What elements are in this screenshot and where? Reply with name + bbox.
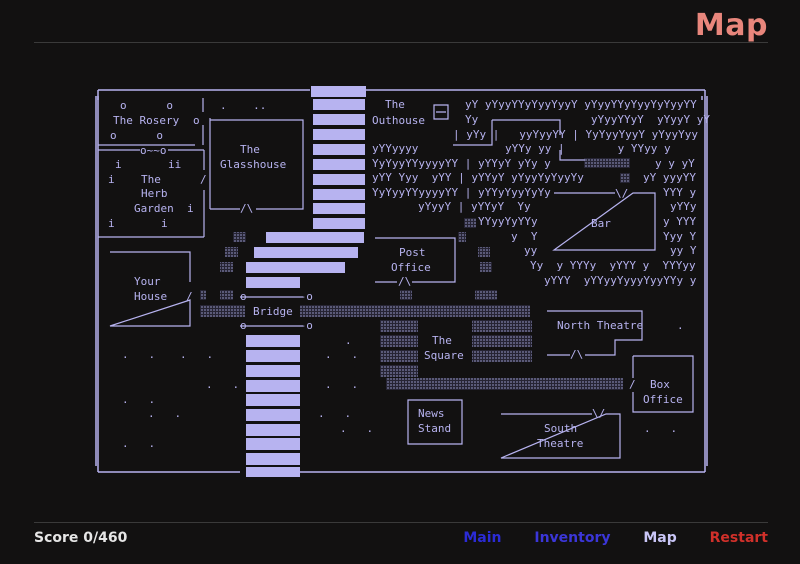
footer-nav: Main Inventory Map Restart	[435, 530, 768, 546]
label-south-1: South	[544, 422, 577, 435]
ascii-text: yYYyyyy	[372, 142, 419, 155]
label-bar: Bar	[591, 217, 611, 230]
ascii-text: y Y	[511, 230, 538, 243]
label-square-1: The	[432, 334, 452, 347]
ascii-text: . .	[325, 378, 358, 391]
label-house-1: Your	[134, 275, 161, 288]
ascii-text: o~~o	[140, 144, 167, 157]
ascii-text: .	[345, 334, 352, 347]
label-rosery: The Rosery	[113, 114, 180, 127]
ascii-text: o o	[110, 129, 163, 142]
label-news-2: Stand	[418, 422, 451, 435]
ascii-text: . .	[325, 348, 358, 361]
ascii-text: /	[200, 173, 207, 186]
score-text: Score 0/460	[34, 530, 128, 546]
ascii-text: yy	[524, 244, 538, 257]
label-glasshouse-1: The	[240, 143, 260, 156]
ascii-text: Yy y YYYy yYYY y YYYyy	[530, 259, 696, 272]
ascii-text: /\	[570, 348, 583, 361]
ascii-text: /	[629, 378, 636, 391]
label-square-2: Square	[424, 349, 464, 362]
ascii-text: . .	[122, 348, 155, 361]
ascii-text: . .	[206, 378, 239, 391]
ascii-text: /\	[240, 202, 253, 215]
label-herb-3: Garden	[134, 202, 174, 215]
ascii-text: YYY y	[663, 186, 696, 199]
ascii-text: \/	[592, 407, 605, 420]
ascii-text: yYY Yyy yYY | yYYyY yYyyYyYyyYy	[372, 171, 584, 184]
ascii-text: . .	[122, 393, 155, 406]
ascii-text: y YYY	[663, 215, 696, 228]
ascii-text: /	[186, 290, 193, 303]
label-herb-2: Herb	[141, 187, 168, 200]
ascii-text: o o	[120, 99, 173, 112]
ascii-text: Yy yYyyYYyY yYyyY yY	[465, 113, 710, 126]
ascii-text: . .	[180, 348, 213, 361]
ascii-text: | yYy | yyYyyYY | YyYyyYyyY yYyyYyy	[453, 128, 698, 141]
label-post-2: Office	[391, 261, 431, 274]
ascii-text: . .	[148, 407, 181, 420]
ascii-text: .	[677, 319, 684, 332]
ascii-text: . .	[340, 422, 373, 435]
nav-inventory-link[interactable]: Inventory	[534, 530, 610, 546]
ascii-text: i ii	[115, 158, 181, 171]
footer-divider	[34, 522, 768, 523]
nav-restart-link[interactable]: Restart	[710, 530, 768, 546]
ascii-text: . .	[318, 407, 351, 420]
ascii-text: . .	[122, 437, 155, 450]
ascii-text: . .	[644, 422, 677, 435]
nav-map-link[interactable]: Map	[643, 530, 676, 546]
ascii-text: y y yY	[655, 157, 695, 170]
ascii-text: o---------o	[240, 290, 313, 303]
ascii-text: i i	[108, 217, 168, 230]
ascii-text: . ..	[220, 99, 266, 112]
label-south-2: Theatre	[537, 437, 583, 450]
footer: Score 0/460 Main Inventory Map Restart	[34, 530, 768, 550]
ascii-text: yYyyY | yYYyY Yy	[418, 200, 531, 213]
ascii-text: yYYY yYYyyYyyyYyyYYy y	[544, 274, 697, 287]
ascii-decor: o o o o o o~~o i ii i / i i i . .. /\ / …	[108, 98, 710, 450]
ascii-text: \/	[615, 187, 628, 200]
label-house-2: House	[134, 290, 167, 303]
label-north-theatre: North Theatre	[557, 319, 643, 332]
ascii-text: YyYyyYYyyyyYY | yYYyYyyYyYy	[372, 186, 551, 199]
label-box-1: Box	[650, 378, 670, 391]
label-outhouse-2: Outhouse	[372, 114, 425, 127]
ascii-text: o	[193, 114, 200, 127]
ascii-text: Yyy Y	[663, 230, 696, 243]
garden-path	[246, 86, 366, 288]
label-glasshouse-2: Glasshouse	[220, 158, 286, 171]
ascii-text: yYYy yy | y YYyy y	[505, 142, 671, 155]
ascii-text: yYYy	[670, 200, 697, 213]
label-news-1: News	[418, 407, 445, 420]
label-bridge: Bridge	[253, 305, 293, 318]
label-outhouse-1: The	[385, 98, 405, 111]
ascii-text: o---------o	[240, 319, 313, 332]
nav-main-link[interactable]: Main	[463, 530, 501, 546]
ascii-text: yY yyyYY	[643, 171, 696, 184]
label-box-2: Office	[643, 393, 683, 406]
ascii-text: yy Y	[670, 244, 697, 257]
ascii-text: YYyyYyYYy	[478, 215, 538, 228]
label-post-1: Post	[399, 246, 426, 259]
ascii-text: i	[108, 173, 115, 186]
ascii-text: yY yYyyYYyYyyYyyY yYyyYYyYyyYyYyyYY	[465, 98, 697, 111]
ascii-text: /\	[398, 275, 411, 288]
label-herb-1: The	[141, 173, 161, 186]
ascii-text: i	[187, 202, 194, 215]
ascii-map: The Rosery The Glasshouse The Herb Garde…	[95, 86, 710, 477]
river-path	[246, 335, 300, 477]
ascii-text: YyYyyYYyyyyYY | yYYyY yYy y	[372, 157, 551, 170]
